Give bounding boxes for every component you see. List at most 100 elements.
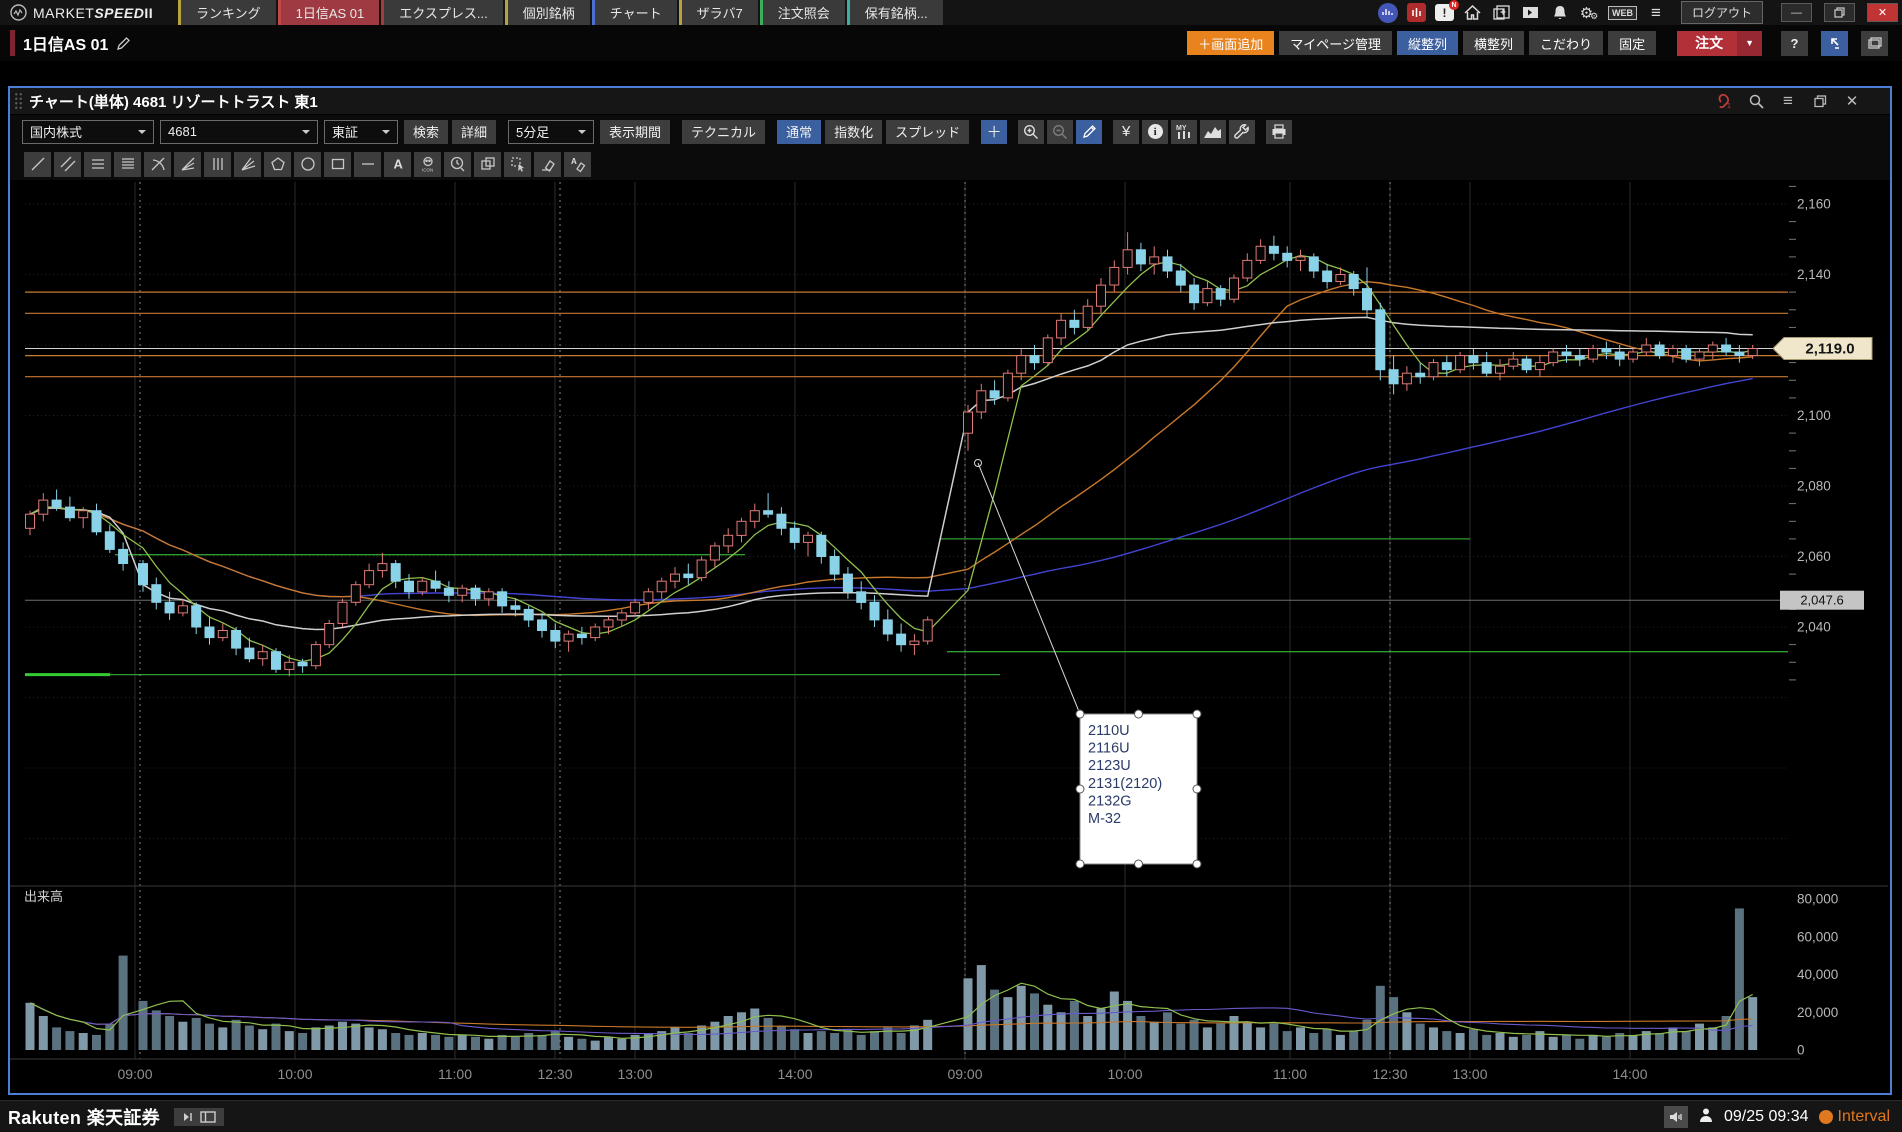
horizontal-line-tool[interactable] [354, 152, 381, 177]
chart-window-titlebar[interactable]: チャート(単体) 4681 リゾートトラスト 東1 1 ≡ ✕ [10, 88, 1890, 115]
search-icon[interactable] [1746, 91, 1766, 111]
search-button[interactable]: 検索 [404, 120, 448, 144]
app-tab[interactable]: ランキング [178, 0, 276, 25]
time-marker-tool[interactable] [444, 152, 471, 177]
drag-grip-icon[interactable] [14, 92, 23, 110]
app-tab[interactable]: 個別銘柄 [505, 0, 590, 25]
window-restore-icon[interactable] [1810, 91, 1830, 111]
price-chart[interactable]: 2,1602,1402,1002,0802,0602,04080,00060,0… [10, 182, 1888, 1087]
interval-select[interactable]: 5分足 [508, 120, 594, 144]
dock-panel-icon[interactable] [1521, 3, 1541, 23]
workspace-button[interactable]: 横整列 [1463, 31, 1524, 55]
text-tool[interactable]: A [384, 152, 411, 177]
add-compare-button[interactable]: ＋ [981, 120, 1007, 144]
edit-title-pencil-icon[interactable] [116, 36, 131, 51]
angle-lines-tool[interactable] [234, 152, 261, 177]
app-tab[interactable]: ザラバ7 [679, 0, 758, 25]
annotation-handle[interactable] [1135, 860, 1143, 868]
settings-wrench-button[interactable] [1229, 120, 1255, 144]
user-icon[interactable] [1698, 1107, 1714, 1126]
logout-button[interactable]: ログアウト [1681, 1, 1763, 24]
play-next-icon[interactable] [182, 1111, 194, 1123]
diagonal-line-tool[interactable] [24, 152, 51, 177]
fibonacci-arc-tool[interactable] [144, 152, 171, 177]
home-icon[interactable] [1463, 3, 1483, 23]
annotation-handle[interactable] [1076, 785, 1084, 793]
workspace-button[interactable]: マイページ管理 [1279, 31, 1392, 55]
svg-text:2116U: 2116U [1088, 741, 1130, 757]
yen-scale-button[interactable]: ¥ [1113, 120, 1139, 144]
mute-speaker-icon[interactable] [1664, 1106, 1688, 1128]
settings-gears-icon[interactable]: ⚙⚙ [1579, 3, 1599, 23]
app-restore-button[interactable] [1824, 3, 1855, 22]
exchange-select[interactable]: 東証 [324, 120, 398, 144]
panel-view-icon[interactable] [200, 1111, 216, 1123]
app-tab[interactable]: 注文照会 [760, 0, 845, 25]
interval-indicator[interactable]: Interval [1819, 1108, 1890, 1126]
annotation-handle[interactable] [1193, 785, 1201, 793]
period-button[interactable]: 表示期間 [600, 120, 670, 144]
add-window-icon[interactable] [1492, 3, 1512, 23]
workspace-button[interactable]: こだわり [1529, 31, 1603, 55]
parallel-lines-tool[interactable] [54, 152, 81, 177]
annotation-handle[interactable] [1076, 710, 1084, 718]
info-button[interactable]: i [1142, 120, 1168, 144]
market-chart-icon[interactable] [1378, 3, 1398, 23]
horizontal-lines-tool[interactable] [84, 152, 111, 177]
app-tab[interactable]: 保有銘柄... [847, 0, 943, 25]
mode-spread-button[interactable]: スプレッド [886, 120, 969, 144]
window-layout-button[interactable] [1861, 31, 1888, 56]
annotation-handle[interactable] [1076, 860, 1084, 868]
annotation-textbox[interactable]: 2110U2116U2123U2131(2120)2132GM-32 [1076, 710, 1201, 868]
workspace-button[interactable]: 固定 [1608, 31, 1656, 55]
fan-lines-tool[interactable] [174, 152, 201, 177]
app-close-button[interactable]: ✕ [1867, 3, 1898, 22]
eraser-tool[interactable] [534, 152, 561, 177]
technical-button[interactable]: テクニカル [682, 120, 765, 144]
icon-stamp-tool[interactable]: ICON [414, 152, 441, 177]
zoom-out-button[interactable] [1047, 120, 1073, 144]
symbol-code-select[interactable]: 4681 [160, 120, 318, 144]
help-button[interactable]: ? [1781, 31, 1808, 56]
order-button[interactable]: 注文▼ [1677, 31, 1762, 56]
my-technical-button[interactable]: MY [1171, 120, 1197, 144]
link-pin-icon[interactable]: 1 [1714, 91, 1734, 111]
popout-arrow-button[interactable] [1821, 31, 1848, 56]
window-menu-icon[interactable]: ≡ [1778, 91, 1798, 111]
mode-normal-button[interactable]: 通常 [777, 120, 821, 144]
clear-all-tool[interactable]: A [564, 152, 591, 177]
copy-tool[interactable] [474, 152, 501, 177]
workspace-button[interactable]: ＋画面追加 [1187, 31, 1274, 55]
bell-icon[interactable] [1550, 3, 1570, 23]
app-minimize-button[interactable]: — [1781, 3, 1812, 22]
pentagon-tool[interactable] [264, 152, 291, 177]
detail-button[interactable]: 詳細 [452, 120, 496, 144]
news-alert-icon[interactable]: !N [1435, 4, 1454, 21]
workspace-button[interactable]: 縦整列 [1397, 31, 1458, 55]
print-button[interactable] [1266, 120, 1292, 144]
svg-text:A: A [571, 157, 577, 166]
candle-chart-icon[interactable] [1407, 3, 1426, 22]
svg-text:13:00: 13:00 [1452, 1066, 1487, 1082]
dense-lines-tool[interactable] [114, 152, 141, 177]
app-tab[interactable]: 1日信AS 01 [278, 0, 380, 25]
chart-style-button[interactable] [1200, 120, 1226, 144]
annotation-handle[interactable] [1193, 710, 1201, 718]
app-tab[interactable]: エクスプレス... [381, 0, 502, 25]
order-caret-icon[interactable]: ▼ [1737, 31, 1762, 56]
annotation-handle[interactable] [1135, 710, 1143, 718]
window-close-icon[interactable]: ✕ [1842, 91, 1862, 111]
mode-indexed-button[interactable]: 指数化 [825, 120, 882, 144]
zoom-in-button[interactable] [1018, 120, 1044, 144]
market-select[interactable]: 国内株式 [22, 120, 154, 144]
rectangle-tool[interactable] [324, 152, 351, 177]
annotation-handle[interactable] [1193, 860, 1201, 868]
ellipse-tool[interactable] [294, 152, 321, 177]
app-tab[interactable]: チャート [592, 0, 677, 25]
select-tool[interactable] [504, 152, 531, 177]
vertical-lines-tool[interactable] [204, 152, 231, 177]
web-launch-icon[interactable]: WEB [1608, 6, 1637, 20]
menu-icon[interactable]: ≡ [1646, 3, 1666, 23]
draw-pencil-button[interactable] [1076, 120, 1102, 144]
taskbar-buttons[interactable] [174, 1108, 224, 1126]
